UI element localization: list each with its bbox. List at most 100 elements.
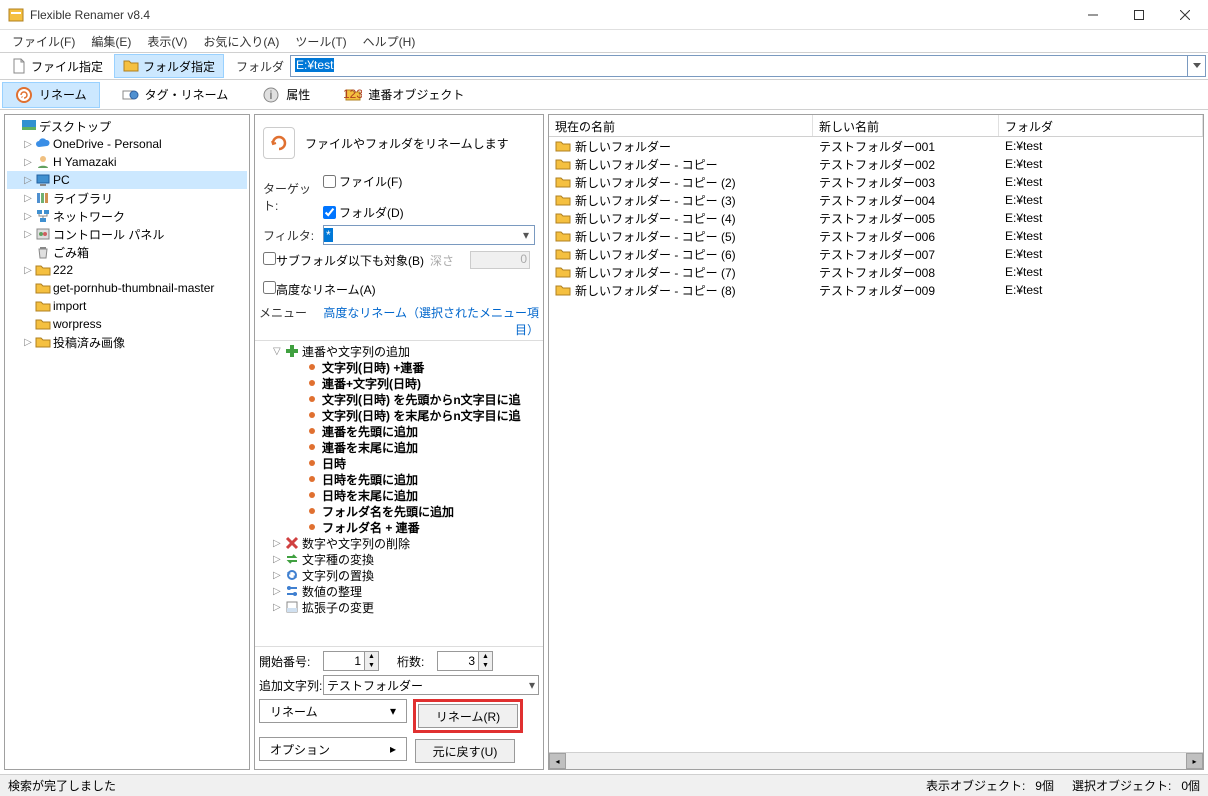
folder-spec-button[interactable]: フォルダ指定 <box>114 54 224 78</box>
depth-input[interactable]: 0 <box>470 251 530 269</box>
op-item[interactable]: 日時を先頭に追加 <box>255 471 543 487</box>
file-spec-button[interactable]: ファイル指定 <box>2 54 112 78</box>
menubar: ファイル(F) 編集(E) 表示(V) お気に入り(A) ツール(T) ヘルプ(… <box>0 30 1208 52</box>
tree-node[interactable]: get-pornhub-thumbnail-master <box>7 279 247 297</box>
tree-node[interactable]: ▷H Yamazaki <box>7 153 247 171</box>
filter-input[interactable]: *▾ <box>323 225 535 245</box>
op-item[interactable]: フォルダ名を先頭に追加 <box>255 503 543 519</box>
menu-help[interactable]: ヘルプ(H) <box>355 31 424 52</box>
menu-favorites[interactable]: お気に入り(A) <box>195 31 287 52</box>
target-file-checkbox[interactable]: ファイル(F) <box>323 173 404 190</box>
undo-button[interactable]: 元に戻す(U) <box>415 739 515 763</box>
op-group[interactable]: ▽連番や文字列の追加 <box>255 343 543 359</box>
tree-node-desktop[interactable]: デスクトップ <box>7 117 247 135</box>
op-group[interactable]: ▷文字列の置換 <box>255 567 543 583</box>
depth-label: 深さ <box>430 252 454 269</box>
menu-file[interactable]: ファイル(F) <box>4 31 83 52</box>
app-title: Flexible Renamer v8.4 <box>30 8 1070 22</box>
rename-mode-combo[interactable]: リネーム▾ <box>259 699 407 723</box>
titlebar: Flexible Renamer v8.4 <box>0 0 1208 30</box>
col-current[interactable]: 現在の名前 <box>549 115 813 136</box>
op-group[interactable]: ▷拡張子の変更 <box>255 599 543 615</box>
path-input[interactable]: E:¥test <box>290 55 1188 77</box>
mode-rename-label: リネーム <box>39 86 87 103</box>
mode-attributes-label: 属性 <box>286 86 310 103</box>
options-panel: ファイルやフォルダをリネームします ターゲット: ファイル(F) フォルダ(D)… <box>254 114 544 770</box>
op-item[interactable]: フォルダ名 + 連番 <box>255 519 543 535</box>
file-row[interactable]: 新しいフォルダー - コピー (4) テストフォルダー005 E:¥test <box>549 209 1203 227</box>
tree-node[interactable]: worpress <box>7 315 247 333</box>
start-num-label: 開始番号: <box>259 653 323 670</box>
menu-view[interactable]: 表示(V) <box>139 31 195 52</box>
subfolder-checkbox[interactable]: サブフォルダ以下も対象(B) <box>263 252 424 269</box>
path-dropdown-button[interactable] <box>1188 55 1206 77</box>
file-row[interactable]: 新しいフォルダー テストフォルダー001 E:¥test <box>549 137 1203 155</box>
horizontal-scrollbar[interactable]: ◂▸ <box>549 752 1203 769</box>
file-list-panel: 現在の名前 新しい名前 フォルダ 新しいフォルダー テストフォルダー001 E:… <box>548 114 1204 770</box>
tree-node[interactable]: ▷ネットワーク <box>7 207 247 225</box>
mode-serial-button[interactable]: 123 連番オブジェクト <box>331 82 477 108</box>
maximize-button[interactable] <box>1116 0 1162 30</box>
add-string-label: 追加文字列: <box>259 677 323 694</box>
menu-edit[interactable]: 編集(E) <box>83 31 139 52</box>
path-toolbar: ファイル指定 フォルダ指定 フォルダ E:¥test <box>0 52 1208 80</box>
tree-node[interactable]: ごみ箱 <box>7 243 247 261</box>
file-spec-label: ファイル指定 <box>31 58 103 75</box>
tree-node[interactable]: ▷222 <box>7 261 247 279</box>
tree-node[interactable]: ▷PC <box>7 171 247 189</box>
svg-text:i: i <box>270 88 273 102</box>
rename-button[interactable]: リネーム(R) <box>418 704 518 728</box>
menu-detail-link[interactable]: 高度なリネーム（選択されたメニュー項目） <box>307 304 539 338</box>
option-button[interactable]: オプション▸ <box>259 737 407 761</box>
tree-node[interactable]: import <box>7 297 247 315</box>
file-row[interactable]: 新しいフォルダー - コピー (2) テストフォルダー003 E:¥test <box>549 173 1203 191</box>
minimize-button[interactable] <box>1070 0 1116 30</box>
op-item[interactable]: 日時 <box>255 455 543 471</box>
tree-node[interactable]: ▷投稿済み画像 <box>7 333 247 351</box>
op-group[interactable]: ▷文字種の変換 <box>255 551 543 567</box>
close-button[interactable] <box>1162 0 1208 30</box>
file-icon <box>11 58 27 74</box>
tree-node[interactable]: ▷コントロール パネル <box>7 225 247 243</box>
mode-attributes-button[interactable]: i 属性 <box>249 82 323 108</box>
op-item[interactable]: 連番を末尾に追加 <box>255 439 543 455</box>
op-item[interactable]: 連番を先頭に追加 <box>255 423 543 439</box>
start-num-input[interactable]: ▲▼ <box>323 651 379 671</box>
file-row[interactable]: 新しいフォルダー - コピー (5) テストフォルダー006 E:¥test <box>549 227 1203 245</box>
col-new[interactable]: 新しい名前 <box>813 115 999 136</box>
file-row[interactable]: 新しいフォルダー - コピー (7) テストフォルダー008 E:¥test <box>549 263 1203 281</box>
mode-tag-rename-button[interactable]: タグ・リネーム <box>108 82 242 108</box>
app-icon <box>8 7 24 23</box>
rename-icon <box>15 86 33 104</box>
op-item[interactable]: 連番+文字列(日時) <box>255 375 543 391</box>
tree-node[interactable]: ▷OneDrive - Personal <box>7 135 247 153</box>
add-string-input[interactable]: テストフォルダー▾ <box>323 675 539 695</box>
op-item[interactable]: 文字列(日時) +連番 <box>255 359 543 375</box>
rename-header-icon <box>263 127 295 159</box>
file-row[interactable]: 新しいフォルダー - コピー (6) テストフォルダー007 E:¥test <box>549 245 1203 263</box>
attributes-icon: i <box>262 86 280 104</box>
op-item[interactable]: 文字列(日時) を先頭からn文字目に追 <box>255 391 543 407</box>
op-item[interactable]: 文字列(日時) を末尾からn文字目に追 <box>255 407 543 423</box>
col-folder[interactable]: フォルダ <box>999 115 1203 136</box>
op-item[interactable]: 日時を末尾に追加 <box>255 487 543 503</box>
digits-label: 桁数: <box>397 653 437 670</box>
file-row[interactable]: 新しいフォルダー - コピー (8) テストフォルダー009 E:¥test <box>549 281 1203 299</box>
status-select-label: 選択オブジェクト: <box>1072 777 1171 794</box>
statusbar: 検索が完了しました 表示オブジェクト: 9個 選択オブジェクト: 0個 <box>0 774 1208 796</box>
op-group[interactable]: ▷数字や文字列の削除 <box>255 535 543 551</box>
menu-tools[interactable]: ツール(T) <box>287 31 354 52</box>
target-folder-checkbox[interactable]: フォルダ(D) <box>323 204 404 221</box>
menu-header-label: メニュー <box>259 304 307 338</box>
mode-rename-button[interactable]: リネーム <box>2 82 100 108</box>
op-group[interactable]: ▷数値の整理 <box>255 583 543 599</box>
file-row[interactable]: 新しいフォルダー - コピー (3) テストフォルダー004 E:¥test <box>549 191 1203 209</box>
mode-toolbar: リネーム タグ・リネーム i 属性 123 連番オブジェクト <box>0 80 1208 110</box>
status-message: 検索が完了しました <box>8 777 116 794</box>
file-row[interactable]: 新しいフォルダー - コピー テストフォルダー002 E:¥test <box>549 155 1203 173</box>
digits-input[interactable]: ▲▼ <box>437 651 493 671</box>
serial-icon: 123 <box>344 86 362 104</box>
tree-node[interactable]: ▷ライブラリ <box>7 189 247 207</box>
advanced-checkbox[interactable]: 高度なリネーム(A) <box>263 281 376 298</box>
operation-tree: ▽連番や文字列の追加文字列(日時) +連番連番+文字列(日時)文字列(日時) を… <box>255 341 543 646</box>
